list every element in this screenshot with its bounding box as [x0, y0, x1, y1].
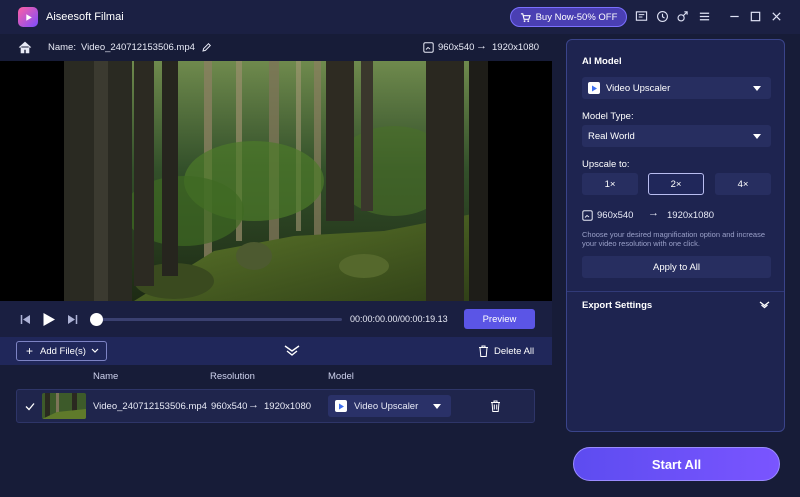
export-settings-toggle[interactable]: Export Settings — [582, 300, 652, 311]
model-type-select[interactable]: Real World — [582, 125, 771, 147]
apply-to-all-label: Apply to All — [653, 261, 700, 273]
forest-video-preview — [64, 61, 488, 301]
column-name: Name — [93, 371, 119, 382]
playback-controls: 00:00:00.00/00:00:19.13 Preview — [0, 301, 552, 337]
add-files-label: Add File(s) — [40, 345, 86, 357]
preview-label: Preview — [482, 313, 517, 325]
resolution-icon — [423, 42, 434, 53]
dropdown-caret-icon — [753, 133, 761, 139]
column-model: Model — [328, 371, 354, 382]
file-toolbar: + Add File(s) Delete All — [0, 337, 552, 365]
scale-4x-button[interactable]: 4× — [715, 173, 771, 195]
playback-time: 00:00:00.00/00:00:19.13 — [350, 314, 448, 324]
table-row[interactable]: Video_240712153506.mp4 960x540 → 1920x10… — [16, 389, 535, 423]
gender-icon[interactable] — [675, 9, 689, 23]
home-icon[interactable] — [18, 41, 32, 54]
cart-icon — [520, 12, 531, 22]
ai-model-select[interactable]: Video Upscaler — [582, 77, 771, 99]
skip-forward-icon[interactable] — [67, 314, 78, 325]
upscale-hint: Choose your desired magnification option… — [582, 230, 766, 248]
row-target-resolution: 1920x1080 — [264, 401, 312, 412]
scale-2x-label: 2× — [670, 178, 682, 190]
model-type-label: Model Type: — [582, 111, 634, 122]
dropdown-caret-icon — [753, 85, 761, 91]
scale-2x-button[interactable]: 2× — [648, 173, 704, 195]
app-window: Aiseesoft Filmai Buy Now-50% OFF Name: V… — [0, 0, 800, 497]
trash-icon[interactable] — [478, 345, 489, 357]
row-model-select[interactable]: Video Upscaler — [328, 395, 451, 417]
progress-handle[interactable] — [90, 313, 103, 326]
title-bar: Aiseesoft Filmai Buy Now-50% OFF — [0, 0, 800, 34]
play-icon[interactable] — [42, 312, 56, 327]
start-all-button[interactable]: Start All — [573, 447, 780, 481]
model-type-value: Real World — [588, 130, 635, 142]
row-source-resolution: 960x540 — [211, 401, 248, 412]
skip-back-icon[interactable] — [20, 314, 31, 325]
preview-button[interactable]: Preview — [464, 309, 535, 329]
file-list-header: Name Resolution Model — [0, 365, 552, 387]
target-resolution: 1920x1080 — [492, 42, 540, 53]
scale-4x-label: 4× — [737, 178, 749, 190]
file-name: Video_240712153506.mp4 — [80, 42, 195, 53]
feedback-icon[interactable] — [634, 9, 648, 23]
ai-model-title: AI Model — [582, 56, 622, 67]
close-icon[interactable] — [769, 9, 783, 23]
minimize-icon[interactable] — [727, 9, 741, 23]
collapse-toggle-icon[interactable] — [284, 345, 300, 357]
video-player[interactable] — [0, 61, 552, 301]
dropdown-caret-icon — [433, 403, 441, 409]
edit-icon[interactable] — [201, 42, 212, 53]
file-info-bar: Name: Video_240712153506.mp4 960x540 → 1… — [0, 34, 552, 61]
add-files-button[interactable]: + Add File(s) — [16, 341, 107, 361]
resolution-icon — [582, 210, 593, 221]
panel-source-resolution: 960x540 — [597, 210, 634, 221]
settings-panel: AI Model Video Upscaler Model Type: Real… — [566, 39, 785, 432]
progress-track[interactable] — [96, 318, 342, 321]
video-model-icon — [335, 400, 347, 412]
checkmark-icon[interactable] — [25, 402, 35, 411]
video-model-icon — [588, 82, 600, 94]
scale-1x-button[interactable]: 1× — [582, 173, 638, 195]
expand-icon[interactable] — [759, 301, 770, 309]
buy-now-label: Buy Now-50% OFF — [535, 11, 618, 23]
source-resolution: 960x540 — [438, 42, 475, 53]
maximize-icon[interactable] — [748, 9, 762, 23]
panel-target-resolution: 1920x1080 — [667, 210, 715, 221]
video-frame — [64, 61, 488, 301]
plus-icon: + — [26, 344, 34, 358]
arrow-right-icon: → — [476, 40, 487, 52]
app-title: Aiseesoft Filmai — [46, 11, 124, 23]
upscale-label: Upscale to: — [582, 159, 630, 170]
row-delete-icon[interactable] — [490, 400, 501, 412]
arrow-right-icon: → — [648, 207, 659, 219]
menu-icon[interactable] — [697, 9, 711, 23]
row-model-value: Video Upscaler — [354, 400, 419, 412]
video-thumbnail — [42, 393, 86, 419]
history-icon[interactable] — [655, 9, 669, 23]
app-logo-icon — [18, 7, 38, 27]
start-all-label: Start All — [651, 456, 702, 472]
ai-model-value: Video Upscaler — [606, 82, 671, 94]
divider — [567, 291, 784, 292]
scale-1x-label: 1× — [604, 178, 616, 190]
name-label: Name: — [48, 42, 76, 53]
chevron-down-icon — [91, 346, 99, 357]
arrow-right-icon: → — [248, 399, 259, 411]
column-resolution: Resolution — [210, 371, 255, 382]
apply-to-all-button[interactable]: Apply to All — [582, 256, 771, 278]
row-file-name: Video_240712153506.mp4 — [93, 401, 207, 412]
buy-now-button[interactable]: Buy Now-50% OFF — [510, 7, 627, 27]
delete-all-button[interactable]: Delete All — [494, 346, 534, 357]
